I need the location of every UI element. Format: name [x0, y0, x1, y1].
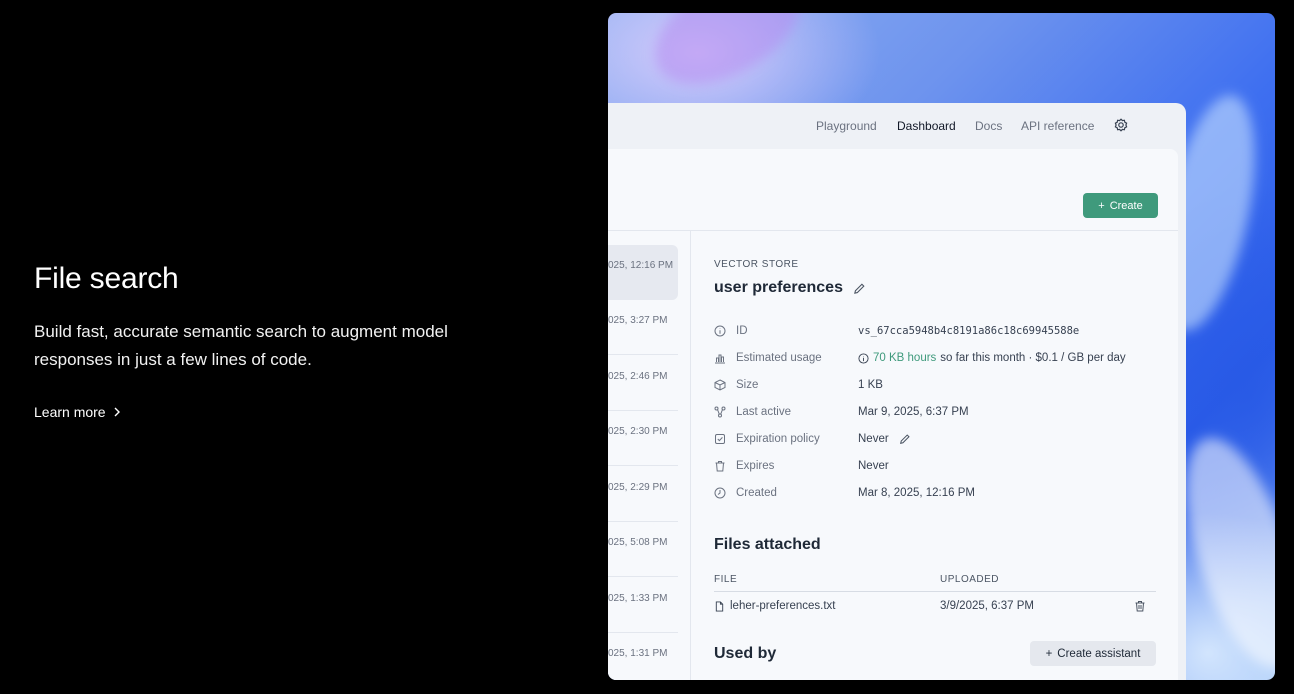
chart-icon	[715, 354, 725, 364]
list-item[interactable]: 025, 1:31 PM	[608, 633, 678, 680]
info-icon	[858, 352, 869, 364]
usage-detail: so far this month · $0.1 / GB per day	[940, 352, 1126, 364]
dashboard-window: Playground Dashboard Docs API reference …	[608, 103, 1186, 680]
prop-estimated-usage: Estimated usage 70 KB hours so far this …	[714, 350, 1126, 366]
hero-section: File search Build fast, accurate semanti…	[34, 262, 504, 422]
prop-id: ID vs_67cca5948b4c8191a86c18c69945588e	[714, 323, 1079, 339]
list-item[interactable]: 025, 5:08 PM	[608, 522, 678, 577]
cube-icon	[714, 379, 726, 391]
list-item[interactable]: 025, 3:27 PM	[608, 300, 678, 355]
learn-more-label: Learn more	[34, 404, 106, 420]
hero-title: File search	[34, 262, 179, 295]
section-eyebrow: VECTOR STORE	[714, 259, 799, 270]
plus-icon: +	[1045, 647, 1053, 660]
prop-created: Created Mar 8, 2025, 12:16 PM	[714, 485, 975, 501]
list-item[interactable]: 025, 2:30 PM	[608, 411, 678, 466]
table-row[interactable]: leher-preferences.txt 3/9/2025, 6:37 PM	[714, 591, 1156, 619]
column-file: FILE	[714, 574, 738, 585]
create-assistant-button[interactable]: + Create assistant	[1030, 641, 1156, 666]
pencil-icon[interactable]	[853, 282, 866, 295]
trash-icon	[715, 461, 725, 472]
prop-expiration-policy: Expiration policy Never	[714, 431, 911, 447]
top-navigation: Playground Dashboard Docs API reference	[608, 103, 1186, 149]
plus-icon: +	[1098, 199, 1105, 212]
nav-api-reference[interactable]: API reference	[1021, 119, 1094, 133]
file-uploaded-date: 3/9/2025, 6:37 PM	[940, 600, 1034, 612]
nav-docs[interactable]: Docs	[975, 119, 1002, 133]
list-item[interactable]: 025, 2:46 PM	[608, 356, 678, 411]
main-panel: + Create 025, 12:16 PM 025, 3:27 PM 025,…	[608, 149, 1178, 680]
chevron-right-icon	[114, 407, 120, 417]
list-item[interactable]: 025, 1:33 PM	[608, 578, 678, 633]
file-icon	[715, 600, 724, 612]
column-uploaded: UPLOADED	[940, 574, 1000, 585]
clock-icon	[714, 487, 726, 499]
create-assistant-label: Create assistant	[1057, 647, 1141, 660]
panel-header: + Create	[608, 149, 1178, 231]
used-by-heading: Used by	[714, 645, 777, 662]
background-swirl	[636, 13, 820, 107]
prop-last-active: Last active Mar 9, 2025, 6:37 PM	[714, 404, 969, 420]
gear-icon[interactable]	[1113, 117, 1129, 133]
list-item[interactable]: 025, 12:16 PM	[608, 245, 678, 300]
vector-store-name: user preferences	[714, 279, 843, 296]
product-visual: Playground Dashboard Docs API reference …	[608, 13, 1275, 680]
create-label: Create	[1109, 199, 1143, 212]
list-item[interactable]: 025, 2:29 PM	[608, 467, 678, 522]
nav-dashboard[interactable]: Dashboard	[897, 119, 956, 133]
hero-description: Build fast, accurate semantic search to …	[34, 322, 448, 369]
activity-icon	[714, 406, 726, 418]
trash-icon[interactable]	[1134, 600, 1146, 612]
learn-more-link[interactable]: Learn more	[34, 404, 122, 420]
info-icon	[714, 325, 726, 337]
prop-size: Size 1 KB	[714, 377, 883, 393]
usage-highlight: 70 KB hours	[873, 352, 937, 364]
prop-expires: Expires Never	[714, 458, 889, 474]
vector-store-list: 025, 12:16 PM 025, 3:27 PM 025, 2:46 PM …	[608, 231, 691, 680]
nav-playground[interactable]: Playground	[816, 119, 877, 133]
file-name: leher-preferences.txt	[730, 600, 836, 612]
files-attached-heading: Files attached	[714, 536, 821, 553]
pencil-icon[interactable]	[899, 433, 911, 445]
vector-store-id: vs_67cca5948b4c8191a86c18c69945588e	[858, 325, 1080, 337]
vector-store-title: user preferences	[714, 279, 866, 297]
create-button[interactable]: + Create	[1083, 193, 1158, 218]
calendar-check-icon	[715, 434, 725, 444]
